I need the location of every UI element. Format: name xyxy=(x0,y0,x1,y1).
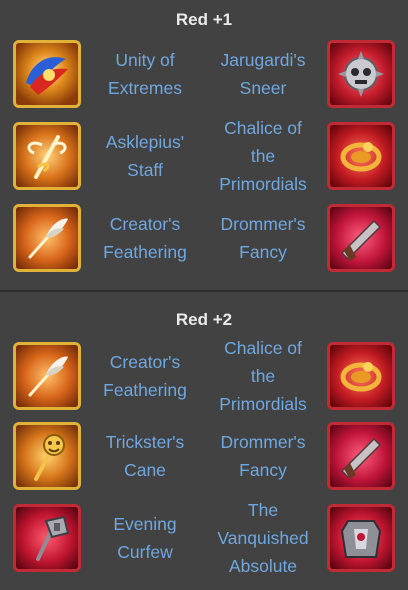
item-name-left[interactable]: Creator's Feathering xyxy=(88,348,202,404)
name-line: Staff xyxy=(127,160,163,180)
name-line: Drommer's xyxy=(220,214,306,234)
name-line: Sneer xyxy=(239,78,287,98)
name-line: Chalice of xyxy=(224,118,302,138)
name-line: Evening xyxy=(113,514,177,534)
name-line: Jarugardi's xyxy=(220,50,306,70)
name-line: Drommer's xyxy=(220,432,306,452)
name-line: Fancy xyxy=(239,460,287,480)
section-heading: Red +2 xyxy=(175,310,233,329)
drommers-fancy-icon[interactable] xyxy=(327,204,395,272)
jarugardis-sneer-icon[interactable] xyxy=(327,40,395,108)
creators-feathering-icon[interactable] xyxy=(13,204,81,272)
name-line: Primordials xyxy=(219,174,307,194)
section-heading: Red +1 xyxy=(175,10,233,29)
item-name-right[interactable]: The Vanquished Absolute xyxy=(206,496,320,580)
creators-feathering-icon[interactable] xyxy=(13,342,81,410)
unity-of-extremes-icon[interactable] xyxy=(13,40,81,108)
name-line: Chalice of xyxy=(224,338,302,358)
name-line: Asklepius' xyxy=(105,132,185,152)
name-line: the xyxy=(250,146,276,166)
item-name-right[interactable]: Chalice of the Primordials xyxy=(206,114,320,198)
name-line: Unity of xyxy=(115,50,175,70)
name-line: Primordials xyxy=(219,394,307,414)
name-line: Cane xyxy=(124,460,166,480)
name-line: Feathering xyxy=(103,380,187,400)
name-line: Absolute xyxy=(228,556,298,576)
item-name-left[interactable]: Trickster's Cane xyxy=(88,428,202,484)
name-line: Fancy xyxy=(239,242,287,262)
name-line: Extremes xyxy=(108,78,182,98)
asklepius-staff-icon[interactable] xyxy=(13,122,81,190)
name-line: the xyxy=(250,366,276,386)
the-vanquished-absolute-icon[interactable] xyxy=(327,504,395,572)
name-line: Creator's xyxy=(109,214,181,234)
evening-curfew-icon[interactable] xyxy=(13,504,81,572)
name-line: Trickster's xyxy=(105,432,185,452)
section-red-plus-1: Red +1 Unity of Extremes Jarugardi's Sne… xyxy=(0,0,408,290)
item-name-right[interactable]: Chalice of the Primordials xyxy=(206,334,320,418)
name-line: The xyxy=(247,500,279,520)
name-line: Vanquished xyxy=(217,528,309,548)
chalice-of-the-primordials-icon[interactable] xyxy=(327,342,395,410)
drommers-fancy-icon[interactable] xyxy=(327,422,395,490)
section-red-plus-2: Red +2 Creator's Feathering Chalice of t… xyxy=(0,292,408,590)
item-name-left[interactable]: Evening Curfew xyxy=(88,510,202,566)
item-name-right[interactable]: Drommer's Fancy xyxy=(206,210,320,266)
item-name-left[interactable]: Creator's Feathering xyxy=(88,210,202,266)
item-name-right[interactable]: Jarugardi's Sneer xyxy=(206,46,320,102)
name-line: Curfew xyxy=(117,542,173,562)
item-name-left[interactable]: Unity of Extremes xyxy=(88,46,202,102)
name-line: Feathering xyxy=(103,242,187,262)
tricksters-cane-icon[interactable] xyxy=(13,422,81,490)
name-line: Creator's xyxy=(109,352,181,372)
item-name-left[interactable]: Asklepius' Staff xyxy=(88,128,202,184)
chalice-of-the-primordials-icon[interactable] xyxy=(327,122,395,190)
item-name-right[interactable]: Drommer's Fancy xyxy=(206,428,320,484)
